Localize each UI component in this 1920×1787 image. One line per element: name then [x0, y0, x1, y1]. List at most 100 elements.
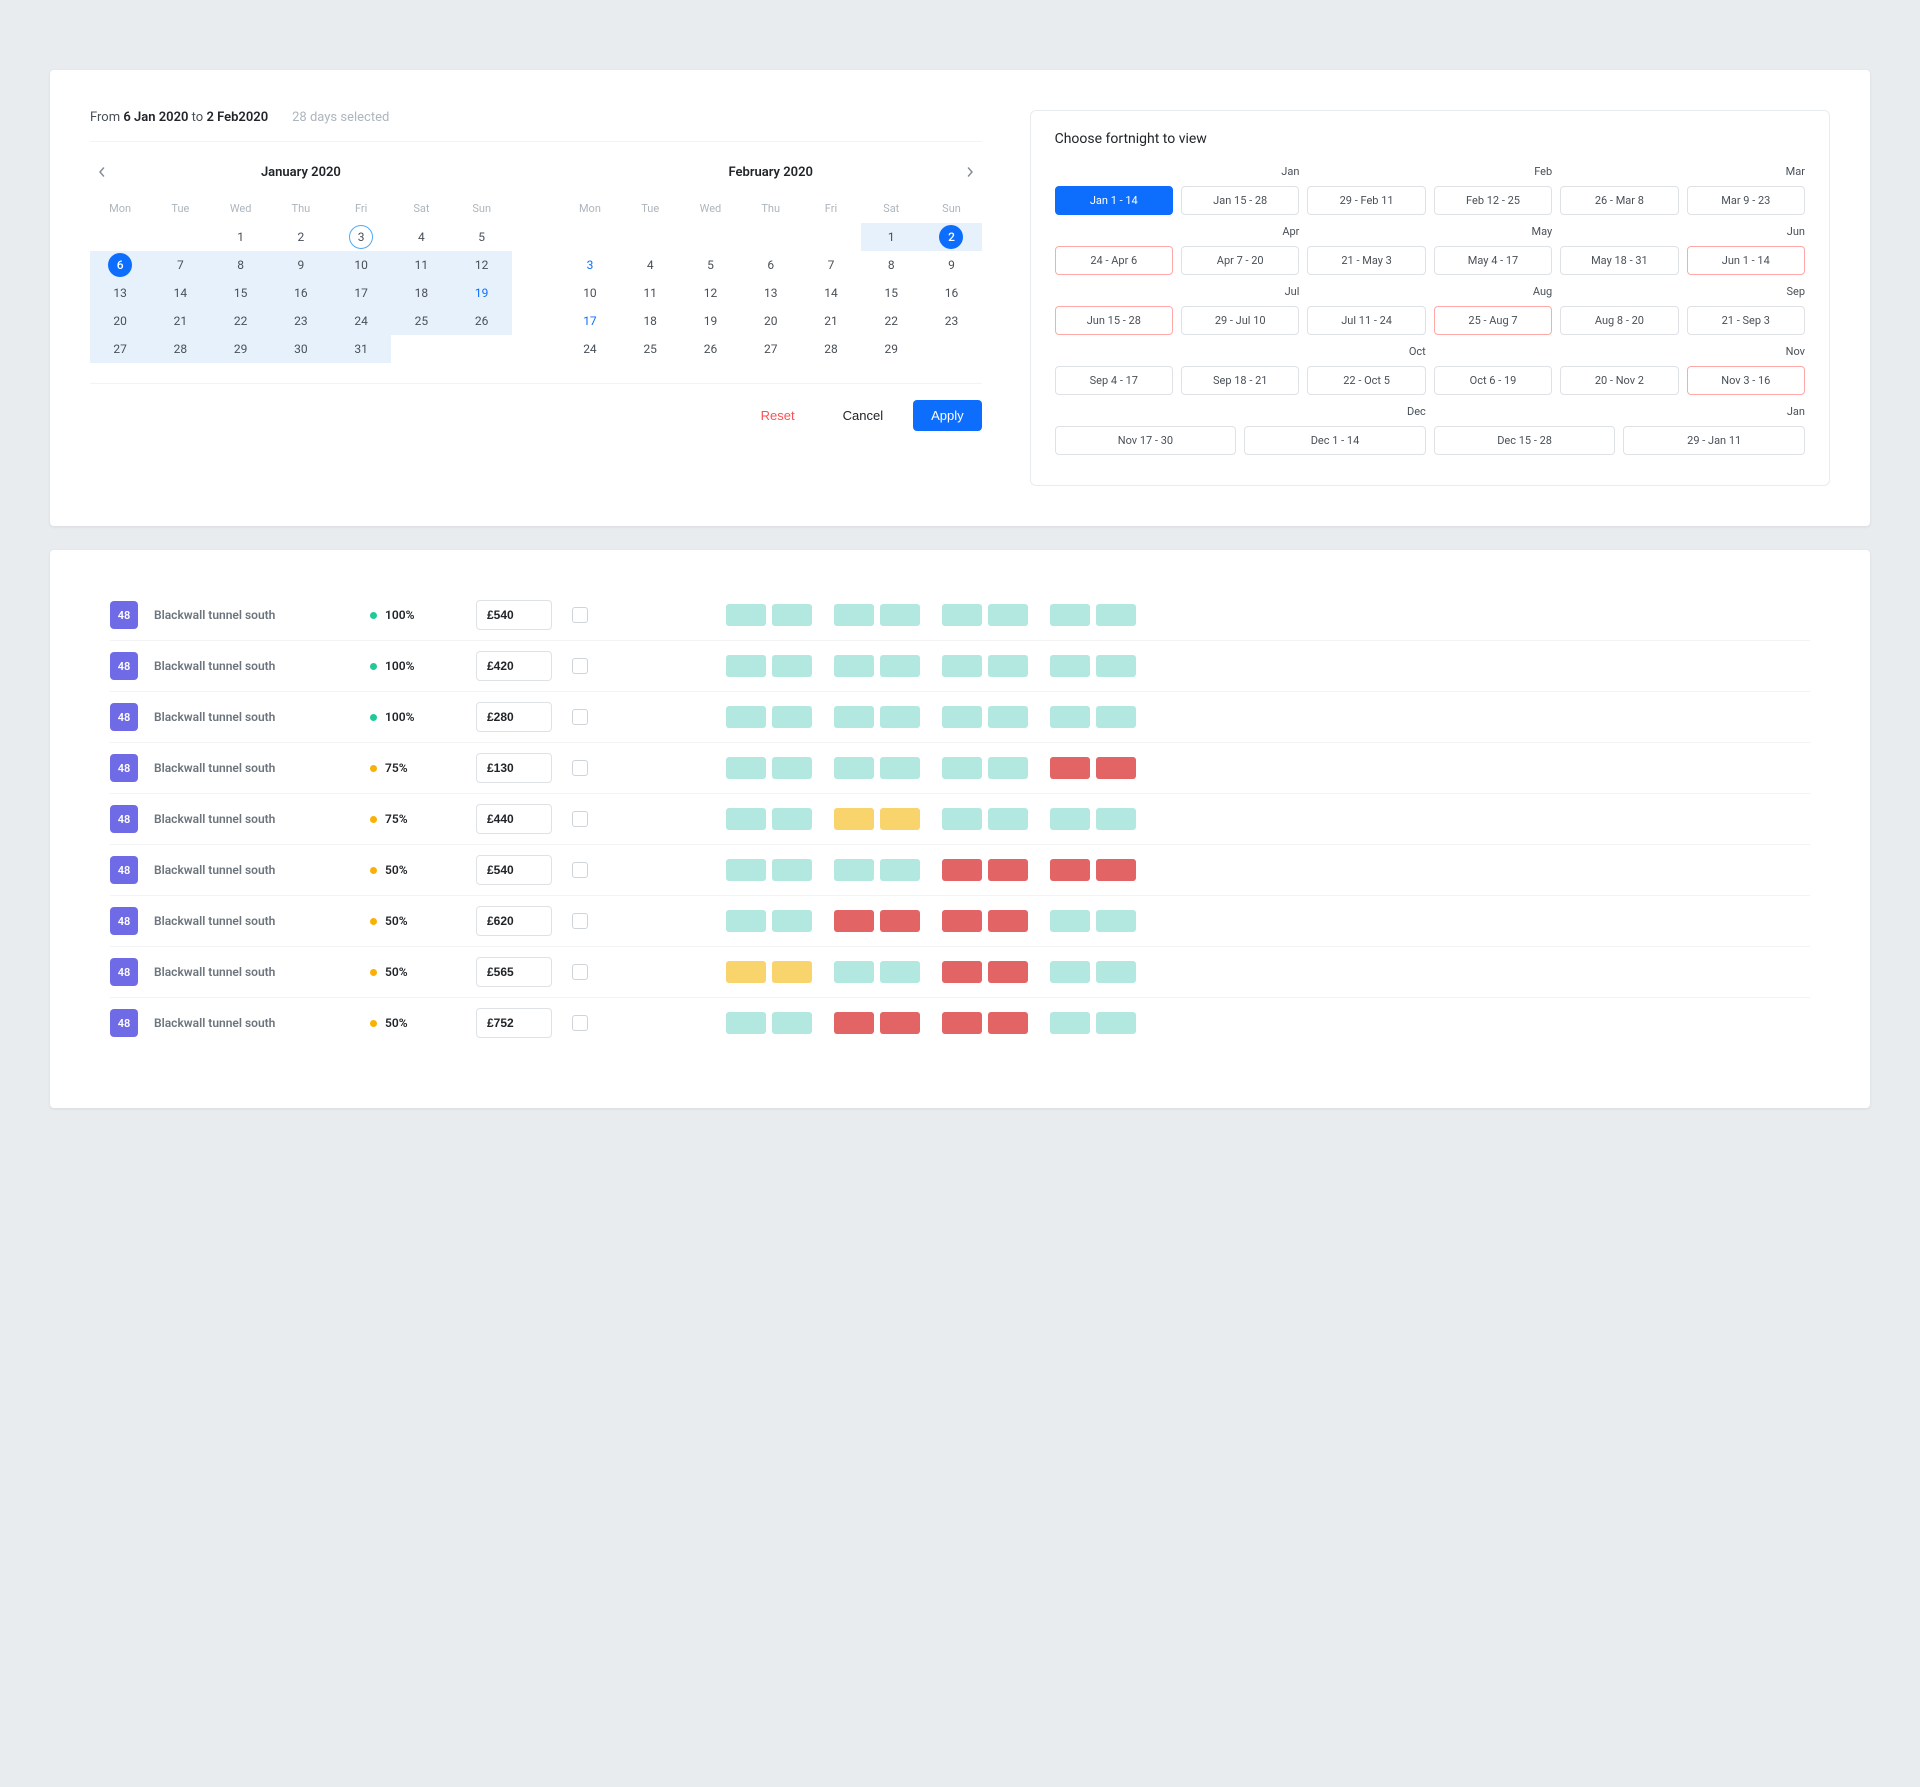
availability-slot[interactable] — [726, 1012, 766, 1034]
availability-slot[interactable] — [726, 655, 766, 677]
availability-slot[interactable] — [988, 706, 1028, 728]
calendar-day[interactable]: 23 — [921, 307, 981, 335]
availability-slot[interactable] — [942, 655, 982, 677]
availability-slot[interactable] — [726, 757, 766, 779]
fortnight-chip[interactable]: Sep 18 - 21 — [1181, 366, 1299, 395]
availability-slot[interactable] — [1050, 757, 1090, 779]
availability-slot[interactable] — [942, 1012, 982, 1034]
calendar-day[interactable]: 19 — [452, 279, 512, 307]
availability-slot[interactable] — [1050, 655, 1090, 677]
calendar-day[interactable]: 21 — [150, 307, 210, 335]
availability-slot[interactable] — [726, 910, 766, 932]
calendar-day[interactable]: 24 — [331, 307, 391, 335]
availability-slot[interactable] — [772, 655, 812, 677]
availability-slot[interactable] — [1050, 1012, 1090, 1034]
availability-slot[interactable] — [988, 604, 1028, 626]
reset-button[interactable]: Reset — [743, 400, 813, 431]
fortnight-chip[interactable]: 22 - Oct 5 — [1307, 366, 1425, 395]
availability-slot[interactable] — [880, 604, 920, 626]
availability-slot[interactable] — [1096, 961, 1136, 983]
price-input[interactable] — [476, 600, 552, 630]
availability-slot[interactable] — [1096, 706, 1136, 728]
calendar-day[interactable]: 5 — [452, 223, 512, 251]
availability-slot[interactable] — [1096, 1012, 1136, 1034]
calendar-day[interactable]: 28 — [150, 335, 210, 363]
availability-slot[interactable] — [880, 910, 920, 932]
availability-slot[interactable] — [880, 808, 920, 830]
availability-slot[interactable] — [942, 961, 982, 983]
row-checkbox[interactable] — [572, 964, 588, 980]
calendar-day[interactable]: 1 — [861, 223, 921, 251]
row-checkbox[interactable] — [572, 760, 588, 776]
availability-slot[interactable] — [942, 808, 982, 830]
price-input[interactable] — [476, 702, 552, 732]
calendar-day[interactable]: 16 — [271, 279, 331, 307]
calendar-day[interactable]: 24 — [560, 335, 620, 363]
apply-button[interactable]: Apply — [913, 400, 982, 431]
fortnight-chip[interactable]: Dec 15 - 28 — [1434, 426, 1616, 455]
availability-slot[interactable] — [726, 961, 766, 983]
calendar-day[interactable]: 6 — [741, 251, 801, 279]
route-name[interactable]: Blackwall tunnel south — [154, 710, 354, 724]
availability-slot[interactable] — [834, 961, 874, 983]
fortnight-chip[interactable]: Apr 7 - 20 — [1181, 246, 1299, 275]
calendar-day[interactable]: 20 — [741, 307, 801, 335]
route-name[interactable]: Blackwall tunnel south — [154, 914, 354, 928]
calendar-day[interactable]: 29 — [861, 335, 921, 363]
calendar-day[interactable]: 10 — [560, 279, 620, 307]
calendar-day[interactable]: 12 — [680, 279, 740, 307]
calendar-day[interactable]: 9 — [271, 251, 331, 279]
calendar-day[interactable]: 20 — [90, 307, 150, 335]
availability-slot[interactable] — [834, 1012, 874, 1034]
calendar-day[interactable]: 17 — [331, 279, 391, 307]
calendar-day[interactable]: 6 — [90, 251, 150, 279]
calendar-day[interactable]: 11 — [391, 251, 451, 279]
availability-slot[interactable] — [880, 1012, 920, 1034]
calendar-day[interactable]: 4 — [620, 251, 680, 279]
availability-slot[interactable] — [834, 757, 874, 779]
availability-slot[interactable] — [942, 910, 982, 932]
calendar-day[interactable]: 23 — [271, 307, 331, 335]
calendar-day[interactable]: 13 — [90, 279, 150, 307]
price-input[interactable] — [476, 855, 552, 885]
availability-slot[interactable] — [1096, 604, 1136, 626]
calendar-day[interactable]: 5 — [680, 251, 740, 279]
availability-slot[interactable] — [772, 706, 812, 728]
availability-slot[interactable] — [1050, 808, 1090, 830]
price-input[interactable] — [476, 753, 552, 783]
calendar-day[interactable]: 21 — [801, 307, 861, 335]
availability-slot[interactable] — [772, 961, 812, 983]
row-checkbox[interactable] — [572, 607, 588, 623]
fortnight-chip[interactable]: 29 - Jul 10 — [1181, 306, 1299, 335]
availability-slot[interactable] — [1050, 961, 1090, 983]
availability-slot[interactable] — [1050, 910, 1090, 932]
availability-slot[interactable] — [1096, 808, 1136, 830]
availability-slot[interactable] — [988, 910, 1028, 932]
calendar-day[interactable]: 10 — [331, 251, 391, 279]
calendar-day[interactable]: 12 — [452, 251, 512, 279]
calendar-day[interactable]: 26 — [680, 335, 740, 363]
fortnight-chip[interactable]: Aug 8 - 20 — [1560, 306, 1678, 335]
availability-slot[interactable] — [726, 808, 766, 830]
fortnight-chip[interactable]: 25 - Aug 7 — [1434, 306, 1552, 335]
calendar-day[interactable]: 19 — [680, 307, 740, 335]
availability-slot[interactable] — [834, 604, 874, 626]
calendar-day[interactable]: 22 — [211, 307, 271, 335]
row-checkbox[interactable] — [572, 913, 588, 929]
fortnight-chip[interactable]: Jul 11 - 24 — [1307, 306, 1425, 335]
availability-slot[interactable] — [880, 706, 920, 728]
availability-slot[interactable] — [988, 655, 1028, 677]
calendar-day[interactable]: 15 — [861, 279, 921, 307]
calendar-day[interactable]: 28 — [801, 335, 861, 363]
row-checkbox[interactable] — [572, 658, 588, 674]
row-checkbox[interactable] — [572, 1015, 588, 1031]
availability-slot[interactable] — [726, 706, 766, 728]
availability-slot[interactable] — [1050, 859, 1090, 881]
availability-slot[interactable] — [942, 706, 982, 728]
fortnight-chip[interactable]: 20 - Nov 2 — [1560, 366, 1678, 395]
calendar-day[interactable]: 17 — [560, 307, 620, 335]
calendar-day[interactable]: 11 — [620, 279, 680, 307]
availability-slot[interactable] — [988, 808, 1028, 830]
availability-slot[interactable] — [772, 1012, 812, 1034]
availability-slot[interactable] — [726, 604, 766, 626]
